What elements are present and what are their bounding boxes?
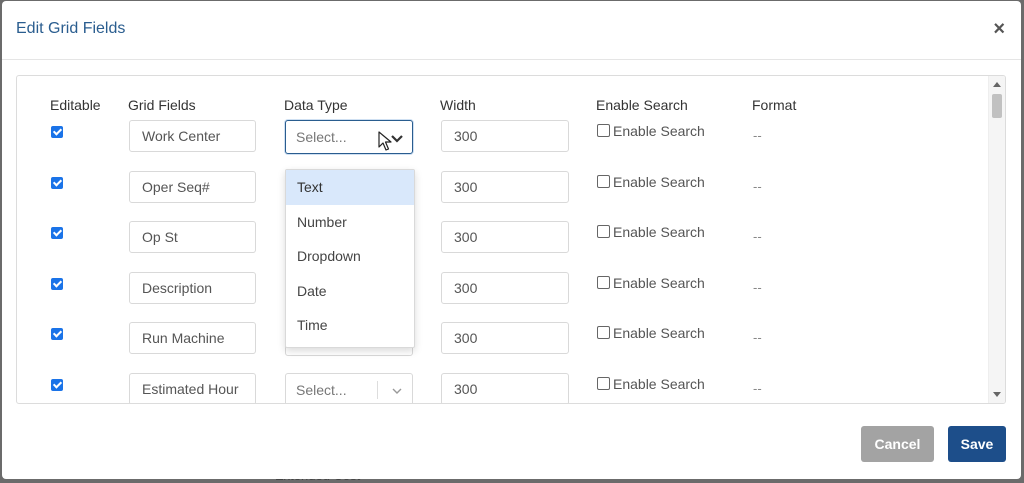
data-type-select-value: Select...: [296, 382, 347, 398]
table-row: Oper Seq# 300 Enable Search --: [17, 171, 987, 217]
dropdown-option-date[interactable]: Date: [286, 274, 414, 309]
editable-checkbox[interactable]: [51, 379, 63, 391]
enable-search-label: Enable Search: [613, 224, 705, 240]
grid-field-input[interactable]: Oper Seq#: [129, 171, 256, 203]
data-type-select[interactable]: Select...: [285, 373, 413, 403]
editable-checkbox[interactable]: [51, 177, 63, 189]
enable-search-option[interactable]: Enable Search: [597, 123, 705, 139]
format-value: --: [753, 280, 762, 295]
modal-header: Edit Grid Fields ×: [2, 1, 1021, 60]
format-value: --: [753, 381, 762, 396]
chevron-down-icon: [392, 388, 402, 394]
data-type-dropdown-menu: Text Number Dropdown Date Time: [285, 169, 415, 348]
enable-search-option[interactable]: Enable Search: [597, 224, 705, 240]
editable-checkbox[interactable]: [51, 126, 63, 138]
save-button[interactable]: Save: [948, 426, 1006, 462]
editable-checkbox[interactable]: [51, 227, 63, 239]
width-input[interactable]: 300: [441, 272, 569, 304]
enable-search-label: Enable Search: [613, 123, 705, 139]
scrollbar-thumb[interactable]: [992, 94, 1002, 118]
close-icon[interactable]: ×: [993, 19, 1005, 39]
width-input[interactable]: 300: [441, 373, 569, 403]
dropdown-option-number[interactable]: Number: [286, 205, 414, 240]
enable-search-label: Enable Search: [613, 174, 705, 190]
width-input[interactable]: 300: [441, 322, 569, 354]
enable-search-option[interactable]: Enable Search: [597, 174, 705, 190]
editable-checkbox[interactable]: [51, 328, 63, 340]
column-header-width: Width: [440, 97, 476, 113]
editable-checkbox[interactable]: [51, 278, 63, 290]
enable-search-label: Enable Search: [613, 275, 705, 291]
format-value: --: [753, 229, 762, 244]
table-row: Run Machine Select... 300 Enable Search …: [17, 322, 987, 368]
mouse-cursor-icon: [378, 131, 392, 151]
enable-search-checkbox[interactable]: [597, 326, 610, 339]
enable-search-label: Enable Search: [613, 376, 705, 392]
enable-search-label: Enable Search: [613, 325, 705, 341]
width-input[interactable]: 300: [441, 221, 569, 253]
select-divider: [377, 381, 378, 399]
table-row: Description 300 Enable Search --: [17, 272, 987, 318]
column-header-row: Editable Grid Fields Data Type Width Ena…: [17, 97, 1005, 117]
scroll-down-arrow-icon[interactable]: [993, 392, 1001, 397]
dropdown-option-dropdown[interactable]: Dropdown: [286, 239, 414, 274]
grid-field-input[interactable]: Description: [129, 272, 256, 304]
column-header-grid-fields: Grid Fields: [128, 97, 196, 113]
enable-search-option[interactable]: Enable Search: [597, 275, 705, 291]
format-value: --: [753, 330, 762, 345]
enable-search-checkbox[interactable]: [597, 276, 610, 289]
width-input[interactable]: 300: [441, 171, 569, 203]
enable-search-checkbox[interactable]: [597, 225, 610, 238]
column-header-data-type: Data Type: [284, 97, 348, 113]
edit-grid-fields-modal: Edit Grid Fields × Editable Grid Fields …: [2, 1, 1021, 479]
table-row: Work Center Select... 300 Enable Search …: [17, 120, 987, 166]
enable-search-checkbox[interactable]: [597, 175, 610, 188]
data-type-select-value: Select...: [296, 129, 347, 145]
format-value: --: [753, 179, 762, 194]
grid-fields-panel: Editable Grid Fields Data Type Width Ena…: [16, 75, 1006, 404]
table-row: Op St 300 Enable Search --: [17, 221, 987, 267]
enable-search-checkbox[interactable]: [597, 124, 610, 137]
enable-search-option[interactable]: Enable Search: [597, 376, 705, 392]
dropdown-option-time[interactable]: Time: [286, 308, 414, 343]
grid-field-input[interactable]: Work Center: [129, 120, 256, 152]
cancel-button[interactable]: Cancel: [861, 426, 934, 462]
enable-search-option[interactable]: Enable Search: [597, 325, 705, 341]
table-row: Estimated Hour Select... 300 Enable Sear…: [17, 373, 987, 403]
grid-field-input[interactable]: Run Machine: [129, 322, 256, 354]
column-header-editable: Editable: [50, 97, 101, 113]
enable-search-checkbox[interactable]: [597, 377, 610, 390]
vertical-scrollbar[interactable]: [988, 76, 1005, 403]
format-value: --: [753, 128, 762, 143]
dropdown-option-text[interactable]: Text: [286, 170, 414, 205]
grid-field-input[interactable]: Op St: [129, 221, 256, 253]
grid-field-input[interactable]: Estimated Hour: [129, 373, 256, 403]
scroll-up-arrow-icon[interactable]: [993, 82, 1001, 87]
column-header-format: Format: [752, 97, 797, 113]
modal-title: Edit Grid Fields: [16, 20, 126, 37]
width-input[interactable]: 300: [441, 120, 569, 152]
column-header-enable-search: Enable Search: [596, 97, 688, 113]
